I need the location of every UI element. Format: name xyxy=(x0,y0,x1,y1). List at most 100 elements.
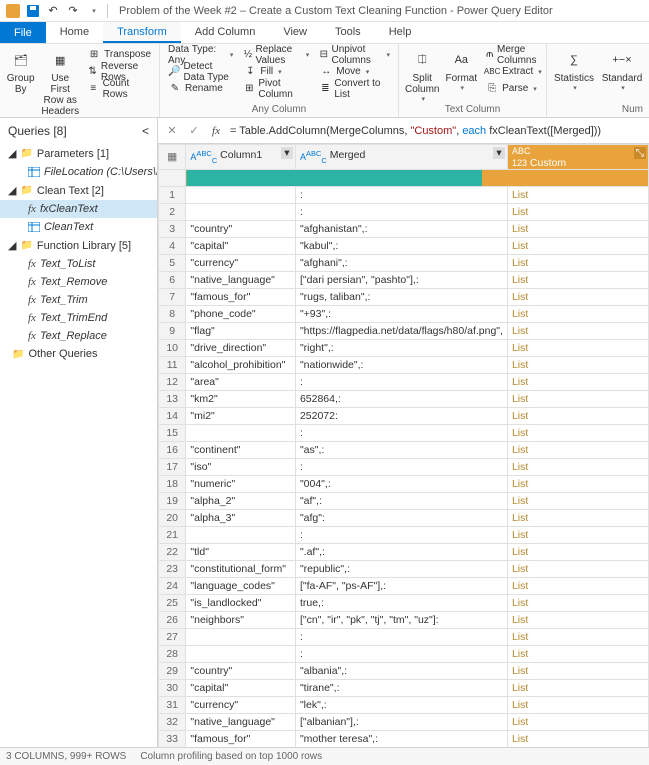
query-text-remove[interactable]: fxText_Remove xyxy=(0,273,157,291)
cell-merged[interactable]: "lek",: xyxy=(295,697,507,714)
cell-column1[interactable]: "is_landlocked" xyxy=(186,595,296,612)
cell-merged[interactable]: "afghani",: xyxy=(295,255,507,272)
table-row[interactable]: 8 "phone_code" "+93",: List xyxy=(159,306,649,323)
cell-custom[interactable]: List xyxy=(507,238,648,255)
table-row[interactable]: 10 "drive_direction" "right",: List xyxy=(159,340,649,357)
col-expand-icon[interactable]: ⤡ xyxy=(634,147,646,159)
standard-button[interactable]: +−×Standard xyxy=(601,46,643,92)
query-text-trim[interactable]: fxText_Trim xyxy=(0,291,157,309)
formula-fx-icon[interactable]: fx xyxy=(208,123,224,139)
cell-column1[interactable]: "alpha_2" xyxy=(186,493,296,510)
detect-data-type-button[interactable]: 🔎Detect Data Type xyxy=(166,63,235,80)
table-row[interactable]: 2 : List xyxy=(159,204,649,221)
tab-help[interactable]: Help xyxy=(375,22,426,43)
cell-merged[interactable]: ".af",: xyxy=(295,544,507,561)
convert-to-list-button[interactable]: ≣Convert to List xyxy=(317,80,392,97)
cell-merged[interactable]: : xyxy=(295,527,507,544)
replace-values-button[interactable]: ½Replace Values xyxy=(241,46,311,63)
table-row[interactable]: 26 "neighbors" ["cn", "ir", "pk", "tj", … xyxy=(159,612,649,629)
tab-transform[interactable]: Transform xyxy=(103,22,181,43)
tab-home[interactable]: Home xyxy=(46,22,103,43)
table-row[interactable]: 4 "capital" "kabul",: List xyxy=(159,238,649,255)
merge-columns-button[interactable]: ⫙Merge Columns xyxy=(483,46,544,63)
cell-custom[interactable]: List xyxy=(507,187,648,204)
col-header-custom[interactable]: ABC123 Custom⤡ xyxy=(507,145,648,170)
cell-merged[interactable]: "as",: xyxy=(295,442,507,459)
cell-custom[interactable]: List xyxy=(507,221,648,238)
formula-accept-icon[interactable]: ✓ xyxy=(186,123,202,139)
cell-custom[interactable]: List xyxy=(507,204,648,221)
cell-custom[interactable]: List xyxy=(507,697,648,714)
cell-custom[interactable]: List xyxy=(507,629,648,646)
cell-custom[interactable]: List xyxy=(507,714,648,731)
cell-merged[interactable]: "tirane",: xyxy=(295,680,507,697)
parse-button[interactable]: ⎘Parse xyxy=(483,80,544,97)
cell-column1[interactable]: "iso" xyxy=(186,459,296,476)
cell-merged[interactable]: "rugs, taliban",: xyxy=(295,289,507,306)
unpivot-columns-button[interactable]: ⊟Unpivot Columns xyxy=(317,46,392,63)
table-row[interactable]: 6 "native_language" ["dari persian", "pa… xyxy=(159,272,649,289)
cell-merged[interactable]: 652864,: xyxy=(295,391,507,408)
format-button[interactable]: AaFormat xyxy=(445,46,477,92)
cell-merged[interactable]: : xyxy=(295,425,507,442)
tab-file[interactable]: File xyxy=(0,22,46,43)
formula-cancel-icon[interactable]: ✕ xyxy=(164,123,180,139)
cell-column1[interactable]: "currency" xyxy=(186,255,296,272)
cell-merged[interactable]: : xyxy=(295,374,507,391)
table-row[interactable]: 21 : List xyxy=(159,527,649,544)
folder-parameters[interactable]: ◢📁Parameters [1] xyxy=(0,144,157,163)
cell-merged[interactable]: ["albanian"],: xyxy=(295,714,507,731)
cell-custom[interactable]: List xyxy=(507,493,648,510)
cell-custom[interactable]: List xyxy=(507,459,648,476)
cell-custom[interactable]: List xyxy=(507,663,648,680)
query-filelocation[interactable]: FileLocation (C:\Users\L... xyxy=(0,163,157,181)
cell-custom[interactable]: List xyxy=(507,544,648,561)
table-row[interactable]: 17 "iso" : List xyxy=(159,459,649,476)
query-text-tolist[interactable]: fxText_ToList xyxy=(0,255,157,273)
cell-column1[interactable]: "capital" xyxy=(186,238,296,255)
col-filter-icon[interactable]: ▾ xyxy=(493,147,505,159)
table-row[interactable]: 16 "continent" "as",: List xyxy=(159,442,649,459)
cell-custom[interactable]: List xyxy=(507,476,648,493)
cell-merged[interactable]: "nationwide",: xyxy=(295,357,507,374)
cell-custom[interactable]: List xyxy=(507,306,648,323)
table-row[interactable]: 33 "famous_for" "mother teresa",: List xyxy=(159,731,649,748)
table-row[interactable]: 11 "alcohol_prohibition" "nationwide",: … xyxy=(159,357,649,374)
cell-custom[interactable]: List xyxy=(507,680,648,697)
cell-custom[interactable]: List xyxy=(507,595,648,612)
cell-column1[interactable] xyxy=(186,425,296,442)
cell-custom[interactable]: List xyxy=(507,731,648,748)
table-row[interactable]: 23 "constitutional_form" "republic",: Li… xyxy=(159,561,649,578)
first-row-headers-button[interactable]: ▦Use First Row as Headers xyxy=(41,46,79,125)
tab-add-column[interactable]: Add Column xyxy=(181,22,270,43)
cell-merged[interactable]: "mother teresa",: xyxy=(295,731,507,748)
cell-merged[interactable]: ["cn", "ir", "pk", "tj", "tm", "uz"]: xyxy=(295,612,507,629)
folder-clean-text[interactable]: ◢📁Clean Text [2] xyxy=(0,181,157,200)
cell-merged[interactable]: : xyxy=(295,646,507,663)
pivot-column-button[interactable]: ⊞Pivot Column xyxy=(241,80,311,97)
cell-column1[interactable]: "km2" xyxy=(186,391,296,408)
table-row[interactable]: 9 "flag" "https://flagpedia.net/data/fla… xyxy=(159,323,649,340)
table-row[interactable]: 12 "area" : List xyxy=(159,374,649,391)
cell-column1[interactable]: "native_language" xyxy=(186,714,296,731)
cell-merged[interactable]: "af",: xyxy=(295,493,507,510)
corner-cell[interactable]: ▦ xyxy=(159,145,186,170)
cell-column1[interactable] xyxy=(186,646,296,663)
cell-merged[interactable]: "afghanistan",: xyxy=(295,221,507,238)
tab-view[interactable]: View xyxy=(269,22,321,43)
data-grid[interactable]: ▦ AABCC Column1▾ AABCC Merged▾ ABC123 Cu… xyxy=(158,144,649,747)
cell-merged[interactable]: "afg": xyxy=(295,510,507,527)
qat-dropdown-icon[interactable] xyxy=(84,2,102,20)
table-row[interactable]: 7 "famous_for" "rugs, taliban",: List xyxy=(159,289,649,306)
cell-column1[interactable]: "tld" xyxy=(186,544,296,561)
extract-button[interactable]: ABCExtract xyxy=(483,63,544,80)
table-row[interactable]: 1 : List xyxy=(159,187,649,204)
cell-column1[interactable]: "native_language" xyxy=(186,272,296,289)
table-row[interactable]: 14 "mi2" 252072: List xyxy=(159,408,649,425)
table-row[interactable]: 28 : List xyxy=(159,646,649,663)
cell-column1[interactable] xyxy=(186,187,296,204)
cell-column1[interactable]: "famous_for" xyxy=(186,289,296,306)
cell-merged[interactable]: "kabul",: xyxy=(295,238,507,255)
col-filter-icon[interactable]: ▾ xyxy=(281,147,293,159)
table-row[interactable]: 22 "tld" ".af",: List xyxy=(159,544,649,561)
